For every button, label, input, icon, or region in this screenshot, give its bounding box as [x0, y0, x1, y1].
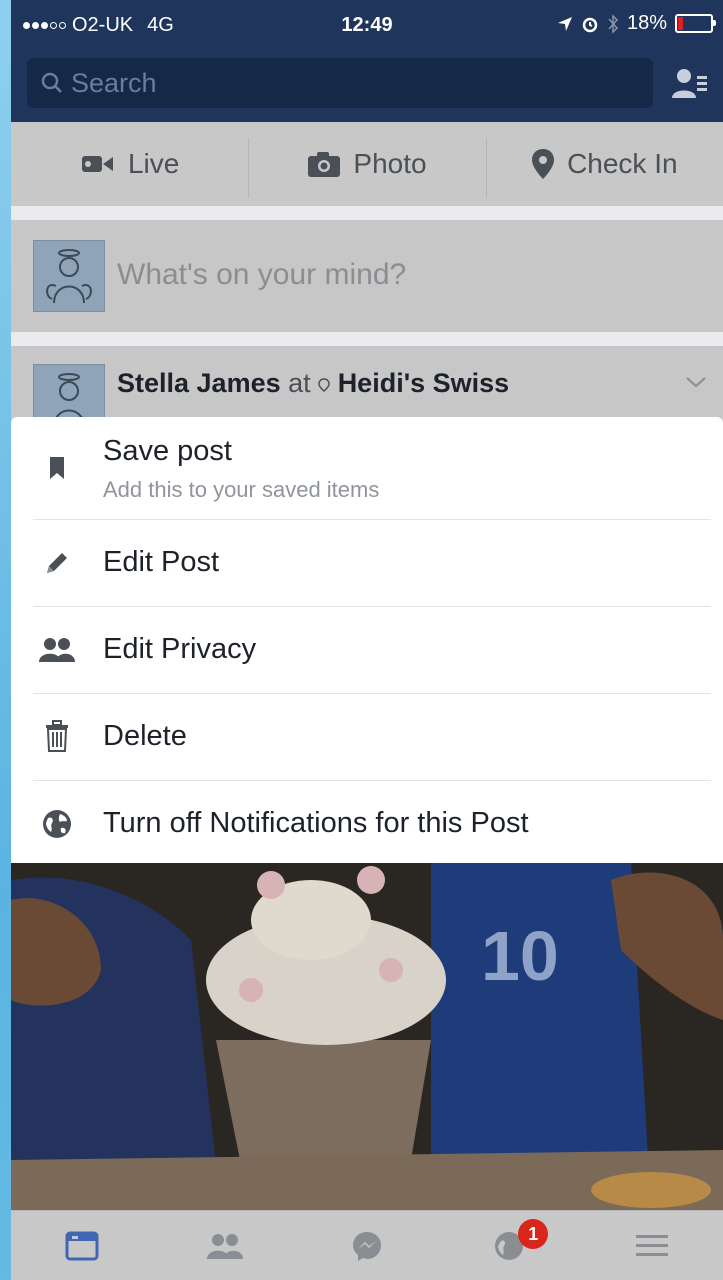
- menu-item-delete[interactable]: Delete: [11, 694, 723, 780]
- pencil-icon: [37, 543, 77, 583]
- menu-item-sublabel: Add this to your saved items: [103, 477, 380, 502]
- status-right: 18%: [557, 12, 716, 35]
- people-icon: [37, 630, 77, 670]
- menu-item-edit-post[interactable]: Edit Post: [11, 520, 723, 606]
- menu-item-edit-privacy[interactable]: Edit Privacy: [11, 607, 723, 693]
- menu-item-save-post[interactable]: Save post Add this to your saved items: [11, 417, 723, 519]
- svg-text:10: 10: [481, 917, 559, 995]
- post-author-line: Stella James at Heidi's Swiss: [117, 368, 509, 399]
- photo-label: Photo: [353, 148, 427, 179]
- tab-messenger[interactable]: [296, 1211, 438, 1280]
- video-camera-icon: [81, 156, 113, 172]
- live-button[interactable]: Live: [11, 148, 248, 180]
- search-placeholder: Search: [71, 67, 157, 98]
- menu-item-label: Edit Privacy: [103, 633, 257, 665]
- status-prompt: What's on your mind?: [117, 258, 407, 291]
- post-author[interactable]: Stella James: [117, 368, 281, 398]
- chevron-down-icon[interactable]: [685, 376, 707, 388]
- trash-icon: [37, 716, 77, 756]
- menu-item-label: Edit Post: [103, 546, 220, 578]
- friend-requests-icon[interactable]: [669, 64, 709, 104]
- post-photo[interactable]: 10: [11, 860, 723, 1210]
- news-feed-icon: [65, 1231, 99, 1261]
- status-composer[interactable]: What's on your mind?: [11, 220, 723, 332]
- check-in-button[interactable]: Check In: [485, 138, 723, 198]
- tab-friend-requests[interactable]: [153, 1211, 295, 1280]
- bottom-tab-bar: 1: [11, 1210, 723, 1280]
- avatar: [33, 240, 105, 312]
- menu-item-turn-off-notifications[interactable]: Turn off Notifications for this Post: [11, 781, 723, 863]
- battery-percent: 18%: [626, 12, 667, 34]
- camera-icon: [308, 152, 341, 177]
- search-icon: [41, 72, 62, 93]
- notification-badge: 1: [518, 1219, 549, 1249]
- globe-icon: [37, 804, 77, 844]
- post-place[interactable]: Heidi's Swiss: [338, 368, 510, 398]
- friends-icon: [206, 1234, 243, 1259]
- location-arrow-icon: [557, 16, 572, 31]
- post-header: Stella James at Heidi's Swiss: [11, 346, 723, 428]
- angel-avatar-icon: [46, 249, 92, 304]
- battery-icon: [675, 14, 716, 33]
- post-at: at: [288, 368, 311, 398]
- post-options-menu: Save post Add this to your saved items E…: [11, 417, 723, 863]
- photo-button[interactable]: Photo: [248, 138, 485, 198]
- menu-item-label: Delete: [103, 720, 187, 752]
- menu-item-label: Turn off Notifications for this Post: [103, 807, 529, 839]
- bluetooth-icon: [608, 13, 618, 34]
- status-bar: O2-UK 4G 12:49 18%: [11, 0, 723, 50]
- live-label: Live: [127, 148, 180, 179]
- tab-menu[interactable]: [581, 1211, 723, 1280]
- search-input[interactable]: Search: [27, 58, 653, 108]
- hamburger-menu-icon: [635, 1235, 668, 1256]
- alarm-icon: [582, 17, 598, 32]
- location-pin-icon: [318, 378, 330, 392]
- messenger-icon: [353, 1232, 382, 1261]
- composer-actions: Live Photo Check In: [11, 122, 723, 206]
- tab-notifications[interactable]: 1: [438, 1211, 580, 1280]
- location-pin-icon: [532, 149, 555, 179]
- bookmark-icon: [37, 448, 77, 488]
- check-in-label: Check In: [567, 148, 678, 179]
- milkshake-photo: 10: [11, 860, 723, 1210]
- tab-news-feed[interactable]: [11, 1211, 153, 1280]
- top-nav-bar: Search: [11, 50, 723, 122]
- app-screen: O2-UK 4G 12:49 18% Search Live Photo Che…: [11, 0, 723, 1280]
- menu-item-label: Save post: [103, 435, 232, 467]
